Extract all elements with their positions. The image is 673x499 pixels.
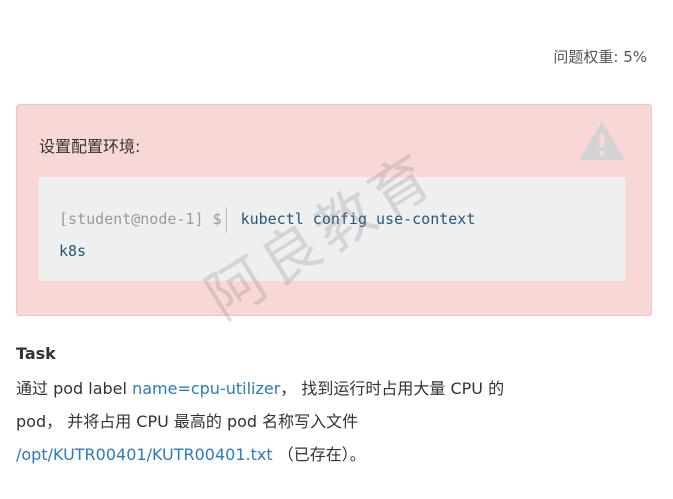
command-text-continued[interactable]: k8s — [59, 242, 86, 260]
question-weight: 问题权重: 5% — [553, 48, 647, 66]
task-description: 通过 pod label name=cpu-utilizer， 找到运行时占用大… — [16, 372, 656, 471]
task-line1-suffix: ， 找到运行时占用大量 CPU 的 — [280, 379, 505, 398]
task-line3-suffix: （已存在）。 — [272, 445, 366, 464]
shell-prompt: [student@node-1] $ — [59, 210, 222, 228]
prompt-separator — [225, 206, 227, 233]
task-line2: pod， 并将占用 CPU 最高的 pod 名称写入文件 — [16, 412, 359, 431]
notice-title: 设置配置环境: — [39, 137, 141, 156]
label-selector-text: name=cpu-utilizer — [132, 379, 281, 398]
command-text[interactable]: kubectl config use-context — [241, 210, 476, 228]
task-line1-prefix: 通过 pod label — [16, 379, 133, 398]
setup-notice: 设置配置环境: [student@node-1] $ kubectl config… — [16, 104, 652, 316]
warning-icon — [580, 122, 624, 160]
command-code-block[interactable]: [student@node-1] $ kubectl config use-con… — [39, 177, 625, 281]
task-heading: Task — [16, 344, 56, 363]
file-path-text: /opt/KUTR00401/KUTR00401.txt — [16, 445, 273, 464]
